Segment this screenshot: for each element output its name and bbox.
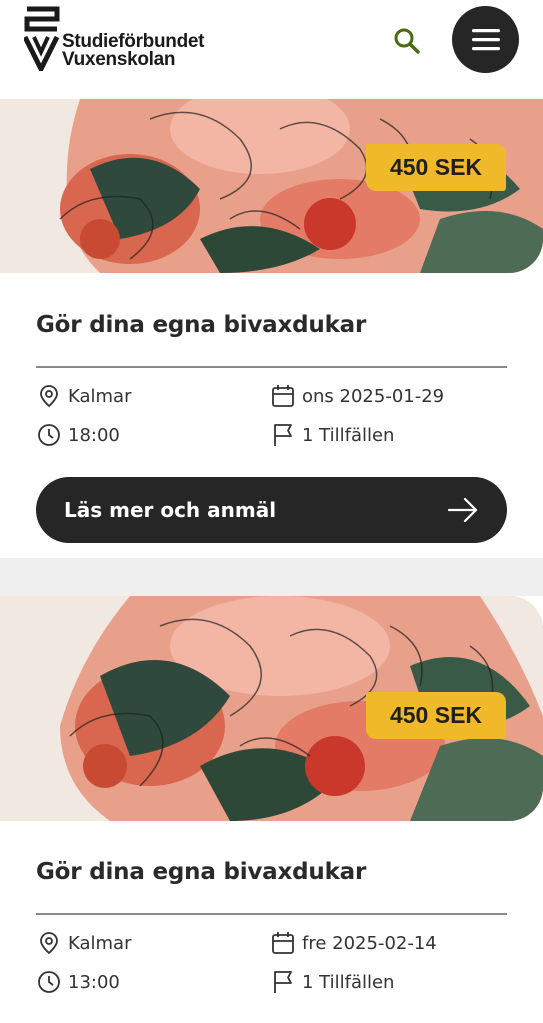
location-pin-icon	[36, 930, 62, 956]
date-info: fre 2025-02-14	[270, 929, 437, 957]
search-icon	[394, 28, 420, 54]
menu-button[interactable]	[452, 6, 519, 73]
course-card: 450 SEK Gör dina egna bivaxdukar Kalmar …	[0, 99, 543, 558]
search-button[interactable]	[388, 22, 426, 60]
date-info: ons 2025-01-29	[270, 382, 444, 410]
course-title[interactable]: Gör dina egna bivaxdukar	[36, 312, 366, 338]
time-info: 13:00	[36, 968, 120, 996]
hamburger-menu-icon	[471, 28, 500, 50]
time-info: 18:00	[36, 421, 120, 449]
time-text: 18:00	[68, 424, 120, 446]
logo[interactable]: Studieförbundet Vuxenskolan	[24, 5, 254, 71]
logo-text: Studieförbundet Vuxenskolan	[62, 32, 205, 70]
location-text: Kalmar	[68, 385, 132, 407]
course-title[interactable]: Gör dina egna bivaxdukar	[36, 859, 366, 885]
calendar-icon	[270, 383, 296, 409]
calendar-icon	[270, 930, 296, 956]
location-info: Kalmar	[36, 382, 131, 410]
flag-icon	[270, 969, 296, 995]
location-text: Kalmar	[68, 932, 132, 954]
course-card: 450 SEK Gör dina egna bivaxdukar Kalmar …	[0, 596, 543, 1023]
site-header: Studieförbundet Vuxenskolan	[0, 0, 543, 99]
cta-label: Läs mer och anmäl	[64, 498, 277, 522]
date-text: fre 2025-02-14	[302, 932, 437, 954]
clock-icon	[36, 422, 62, 448]
price-badge: 450 SEK	[366, 144, 506, 191]
date-text: ons 2025-01-29	[302, 385, 445, 407]
time-text: 13:00	[68, 971, 120, 993]
sessions-info: 1 Tillfällen	[270, 968, 394, 996]
price-badge: 450 SEK	[366, 692, 506, 739]
flag-icon	[270, 422, 296, 448]
location-pin-icon	[36, 383, 62, 409]
arrow-right-icon	[447, 497, 478, 523]
logo-mark-icon	[24, 6, 60, 71]
sessions-text: 1 Tillfällen	[302, 971, 395, 993]
sessions-text: 1 Tillfällen	[302, 424, 395, 446]
divider	[36, 913, 507, 915]
sessions-info: 1 Tillfällen	[270, 421, 394, 449]
logo-line-2: Vuxenskolan	[62, 49, 176, 70]
location-info: Kalmar	[36, 929, 131, 957]
read-more-register-button[interactable]: Läs mer och anmäl	[36, 477, 507, 543]
clock-icon	[36, 969, 62, 995]
divider	[36, 366, 507, 368]
